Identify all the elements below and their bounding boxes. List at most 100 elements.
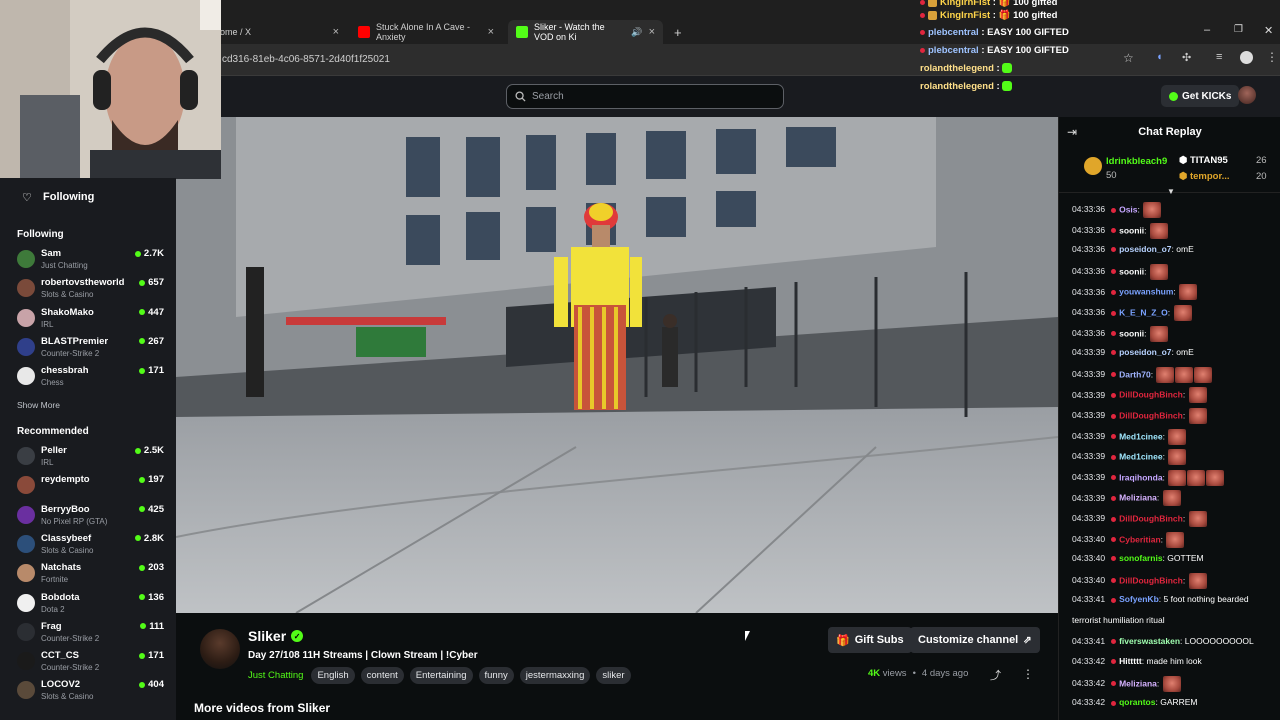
profile-icon[interactable]	[1240, 51, 1253, 64]
chat-username[interactable]: SofyenKb	[1119, 594, 1159, 604]
viewer-number: 404	[148, 679, 164, 691]
chat-username[interactable]: sonofarnis	[1119, 553, 1162, 563]
chat-username[interactable]: DillDoughBinch	[1119, 410, 1183, 420]
badge-icon	[1111, 516, 1117, 522]
chat-username[interactable]: Meliziana	[1119, 493, 1157, 503]
chat-username[interactable]: Osis	[1119, 204, 1137, 214]
sidebar-channel-frag[interactable]: Frag Counter-Strike 2 111	[17, 621, 167, 649]
chat-username[interactable]: DillDoughBinch	[1119, 575, 1183, 585]
sidebar-channel-natchats[interactable]: Natchats Fortnite 203	[17, 562, 167, 590]
extensions-icon[interactable]: ✣	[1182, 51, 1191, 64]
channel-name: ShakoMako	[41, 306, 94, 318]
category-link[interactable]: Just Chatting	[248, 670, 303, 681]
video-player[interactable]	[176, 117, 1058, 613]
sidebar-channel-sam[interactable]: Sam Just Chatting 2.7K	[17, 248, 167, 276]
chat-username[interactable]: DillDoughBinch	[1119, 513, 1183, 523]
views-count: 4K views	[868, 668, 907, 679]
minimize-icon[interactable]: –	[1204, 24, 1210, 36]
more-options-icon[interactable]: ⋮	[1022, 667, 1034, 681]
chat-username[interactable]: soonii	[1119, 266, 1144, 276]
tag-jestermaxxing[interactable]: jestermaxxing	[519, 667, 591, 684]
badge-icon	[1111, 331, 1117, 337]
chat-panel: ⇥ Chat Replay ldrinkbleach9 50 ⬢ TITAN95…	[1058, 117, 1280, 720]
chat-text: LOOOOOOOOOL	[1184, 635, 1254, 646]
chat-username[interactable]: Meliziana	[1119, 678, 1157, 688]
channel-name[interactable]: Sliker ✓	[248, 628, 304, 644]
chat-username[interactable]: K_E_N_Z_O	[1119, 307, 1168, 317]
chat-username[interactable]: soonii	[1119, 225, 1144, 235]
chat-username[interactable]: poseidon_o7	[1119, 347, 1171, 357]
chat-title: Chat Replay	[1138, 126, 1202, 138]
tab-youtube[interactable]: Stuck Alone In A Cave - Anxiety ×	[350, 20, 502, 44]
kick-emote-icon	[1002, 81, 1013, 92]
menu-dots-icon[interactable]: ⋮	[1266, 50, 1278, 64]
channel-avatar[interactable]	[200, 629, 240, 669]
chat-message: 04:33:36 soonii:	[1072, 222, 1277, 239]
sidebar-channel-chessbrah[interactable]: chessbrah Chess 171	[17, 365, 167, 393]
tag-english[interactable]: English	[311, 667, 355, 684]
sidebar-channel-classybeef[interactable]: Classybeef Slots & Casino 2.8K	[17, 533, 167, 561]
get-kicks-button[interactable]: Get KICKs	[1161, 85, 1240, 107]
sidebar-channel-reydempto[interactable]: reydempto 197	[17, 474, 167, 502]
sidebar-channel-peller[interactable]: Peller IRL 2.5K	[17, 445, 167, 473]
chat-username[interactable]: DillDoughBinch	[1119, 390, 1183, 400]
tab-x[interactable]: ome / X ×	[212, 20, 347, 44]
following-nav[interactable]: Following	[43, 191, 94, 203]
viewer-count: 425	[139, 504, 164, 515]
sidebar-channel-locov2[interactable]: LOCOV2 Slots & Casino 404	[17, 679, 167, 707]
user-avatar[interactable]	[1238, 86, 1256, 104]
badge-icon	[1111, 269, 1117, 275]
sidebar-channel-berryyboo[interactable]: BerryyBoo No Pixel RP (GTA) 425	[17, 504, 167, 532]
new-tab-button[interactable]: +	[666, 20, 686, 44]
chat-username[interactable]: youwanshum	[1119, 287, 1173, 297]
tag-content[interactable]: content	[360, 667, 404, 684]
sidebar-channel-shakomako[interactable]: ShakoMako IRL 447	[17, 307, 167, 335]
tag-sliker[interactable]: sliker	[596, 667, 631, 684]
gift-subs-button[interactable]: 🎁 Gift Subs	[828, 627, 912, 653]
tab-close-icon[interactable]: ×	[488, 26, 494, 38]
show-more-link[interactable]: Show More	[17, 400, 60, 410]
media-icon[interactable]: ≡	[1216, 51, 1222, 63]
sidebar-channel-bobdota[interactable]: Bobdota Dota 2 136	[17, 592, 167, 620]
url-text[interactable]: cd316-81eb-4c06-8571-2d40f1f25021	[222, 54, 390, 65]
external-link-icon: ⇗	[1023, 634, 1032, 646]
scroll-down-icon[interactable]: ▼	[1167, 187, 1175, 196]
restore-icon[interactable]: ❐	[1234, 24, 1243, 35]
chat-username[interactable]: Iraqihonda	[1119, 472, 1162, 482]
viewer-count: 197	[139, 474, 164, 485]
customize-channel-button[interactable]: Customize channel ⇗	[910, 627, 1040, 653]
channel-category: Slots & Casino	[41, 290, 94, 300]
chat-username[interactable]: fiverswastaken	[1119, 636, 1180, 646]
chat-username[interactable]: soonii	[1119, 328, 1144, 338]
emote-icon	[1188, 511, 1207, 527]
tag-funny[interactable]: funny	[478, 667, 514, 684]
close-window-icon[interactable]: ✕	[1264, 24, 1273, 37]
tab-kick-active[interactable]: Sliker - Watch the VOD on Ki 🔊 ×	[508, 20, 663, 44]
search-input[interactable]: Search	[506, 84, 784, 109]
sidebar-channel-blastpremier[interactable]: BLASTPremier Counter-Strike 2 267	[17, 336, 167, 364]
extension-audio-icon[interactable]: ◖	[1156, 51, 1163, 63]
bookmark-star-icon[interactable]: ☆	[1123, 51, 1134, 65]
chat-username[interactable]: poseidon_o7	[1119, 244, 1171, 254]
viewer-count: 404	[139, 679, 164, 690]
chat-timestamp: 04:33:36	[1072, 244, 1106, 255]
share-icon[interactable]: ⤴	[990, 667, 1001, 683]
chat-username[interactable]: Med1cinee	[1119, 451, 1162, 461]
live-dot-icon	[139, 309, 146, 316]
tag-entertaining[interactable]: Entertaining	[409, 667, 473, 684]
audio-icon[interactable]: 🔊	[631, 27, 642, 38]
badge-icon	[1111, 392, 1117, 398]
chat-message: 04:33:41 SofyenKb: 5 foot nothing bearded	[1072, 593, 1277, 605]
chat-username[interactable]: Darth70	[1119, 369, 1151, 379]
tab-close-icon[interactable]: ×	[333, 26, 339, 38]
emote-icon	[1149, 222, 1168, 239]
sidebar-channel-cct_cs[interactable]: CCT_CS Counter-Strike 2 171	[17, 650, 167, 678]
chat-username[interactable]: Hittttt	[1119, 656, 1142, 666]
chat-username[interactable]: Cyberitian	[1119, 534, 1161, 544]
badge-icon	[1111, 475, 1117, 481]
chat-username[interactable]: qorantos	[1119, 697, 1155, 707]
sidebar-channel-robertovstheworld[interactable]: robertovstheworld Slots & Casino 657	[17, 277, 167, 305]
live-dot-icon	[139, 564, 146, 571]
tab-close-icon[interactable]: ×	[649, 26, 655, 38]
chat-username[interactable]: Med1cinee	[1119, 431, 1162, 441]
